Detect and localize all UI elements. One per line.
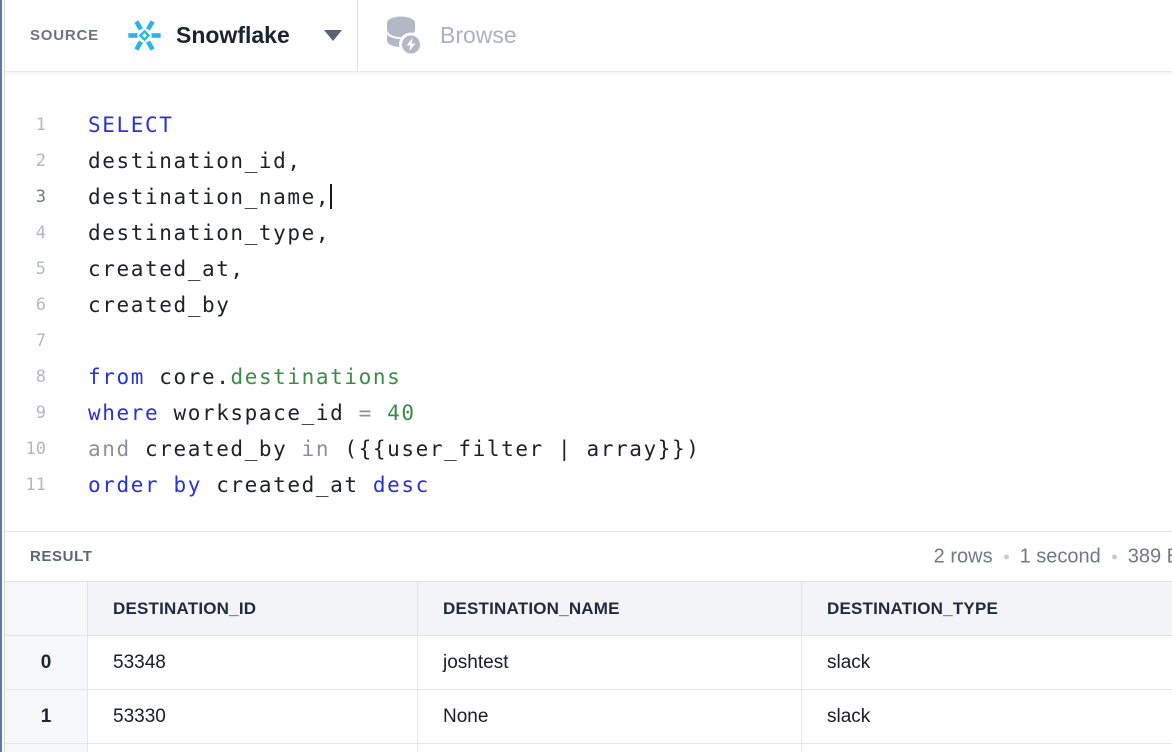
index-column-header (5, 582, 88, 635)
code-token: SELECT (88, 113, 173, 137)
line-number: 5 (5, 251, 46, 287)
line-number: 6 (5, 287, 46, 323)
source-name: Snowflake (176, 22, 290, 49)
line-number: 4 (5, 215, 46, 251)
code-token: destination_id, (88, 149, 302, 173)
result-label: RESULT (30, 548, 93, 565)
code-token: from (88, 365, 145, 389)
code-line[interactable]: 10and created_by in ({{user_filter | arr… (5, 431, 1172, 467)
code-line[interactable]: 1 SELECT (5, 107, 1172, 143)
table-cell[interactable]: 53330 (88, 690, 418, 743)
code-line[interactable]: 6 created_by (5, 287, 1172, 323)
code-token (373, 401, 387, 425)
row-index: 1 (5, 690, 88, 743)
browse-label: Browse (440, 22, 517, 49)
overflow-cell (418, 744, 802, 752)
table-cell[interactable]: slack (802, 690, 1172, 743)
stat-value: 1 second (1020, 545, 1101, 568)
code-token: core. (145, 365, 230, 389)
result-header-bar: RESULT 2 rows 1 second 389 B (5, 531, 1172, 581)
sql-editor-panel: SOURCE Snowflake (5, 0, 1172, 752)
code-text: where workspace_id = 40 (46, 395, 1172, 431)
stat-separator-dot (1004, 554, 1009, 559)
code-token: and (88, 437, 131, 461)
text-cursor (330, 184, 332, 209)
line-number: 7 (5, 323, 46, 359)
source-picker-dropdown[interactable]: Snowflake (126, 17, 342, 54)
code-line[interactable]: 5 created_at, (5, 251, 1172, 287)
code-token: destination_name, (88, 185, 330, 209)
code-text: created_at, (46, 251, 1172, 287)
code-token: ({{user_filter | array}}) (330, 437, 700, 461)
code-line[interactable]: 8from core.destinations (5, 359, 1172, 395)
code-token: destination_type, (88, 221, 330, 245)
code-text: and created_by in ({{user_filter | array… (46, 431, 1172, 467)
line-number: 8 (5, 359, 46, 395)
stat-value: 389 B (1128, 545, 1172, 568)
table-cell[interactable]: slack (802, 636, 1172, 689)
database-lightning-icon (385, 15, 423, 57)
query-stats: 2 rows 1 second 389 B (934, 545, 1172, 568)
table-row[interactable]: 153330Noneslack (5, 690, 1172, 744)
line-number: 1 (5, 107, 46, 143)
code-line[interactable]: 9where workspace_id = 40 (5, 395, 1172, 431)
source-toolbar: SOURCE Snowflake (5, 0, 1172, 72)
code-line[interactable]: 7 (5, 323, 1172, 359)
line-number: 9 (5, 395, 46, 431)
code-token: workspace_id (159, 401, 358, 425)
column-header: DESTINATION_ID (88, 582, 418, 635)
code-text: order by created_at desc (46, 467, 1172, 503)
code-text: created_by (46, 287, 1172, 323)
code-text (46, 323, 1172, 359)
table-cell[interactable]: joshtest (418, 636, 802, 689)
line-number: 10 (5, 431, 46, 467)
code-text: destination_type, (46, 215, 1172, 251)
result-table-overflow (5, 744, 1172, 752)
code-token: created_at (202, 473, 373, 497)
snowflake-icon (126, 17, 163, 54)
code-token: = (359, 401, 373, 425)
code-token: created_by (131, 437, 302, 461)
column-header: DESTINATION_TYPE (802, 582, 1172, 635)
code-token: in (302, 437, 331, 461)
code-text: destination_id, (46, 143, 1172, 179)
source-label: SOURCE (30, 27, 99, 44)
code-token: created_at, (88, 257, 245, 281)
line-number: 2 (5, 143, 46, 179)
table-cell[interactable]: 53348 (88, 636, 418, 689)
code-line[interactable]: 2 destination_id, (5, 143, 1172, 179)
row-index: 0 (5, 636, 88, 689)
window-left-accent (0, 0, 2, 752)
stat-value: 2 rows (934, 545, 993, 568)
code-token: 40 (387, 401, 416, 425)
browse-button[interactable]: Browse (385, 0, 517, 71)
line-number: 11 (5, 467, 46, 503)
toolbar-divider (357, 0, 358, 71)
code-line[interactable]: 11order by created_at desc (5, 467, 1172, 503)
chevron-down-icon (324, 30, 342, 41)
table-row[interactable]: 053348joshtestslack (5, 636, 1172, 690)
code-token: order by (88, 473, 202, 497)
code-text: from core.destinations (46, 359, 1172, 395)
overflow-cell (802, 744, 1172, 752)
overflow-cell (5, 744, 88, 752)
code-token: destinations (230, 365, 401, 389)
result-table-body: 053348joshtestslack153330Noneslack (5, 636, 1172, 744)
code-line[interactable]: 4 destination_type, (5, 215, 1172, 251)
sql-code-editor[interactable]: 1 SELECT 2 destination_id, 3 destination_name… (5, 72, 1172, 531)
panel-left-border (4, 0, 5, 752)
stat-separator-dot (1112, 554, 1117, 559)
code-text: destination_name, (46, 179, 1172, 215)
code-token: where (88, 401, 159, 425)
code-text: SELECT (46, 107, 1172, 143)
line-number: 3 (5, 179, 46, 215)
table-cell[interactable]: None (418, 690, 802, 743)
code-token: desc (373, 473, 430, 497)
column-header: DESTINATION_NAME (418, 582, 802, 635)
overflow-cell (88, 744, 418, 752)
result-table-header: DESTINATION_IDDESTINATION_NAMEDESTINATIO… (5, 581, 1172, 636)
code-line[interactable]: 3 destination_name, (5, 179, 1172, 215)
code-token: created_by (88, 293, 230, 317)
